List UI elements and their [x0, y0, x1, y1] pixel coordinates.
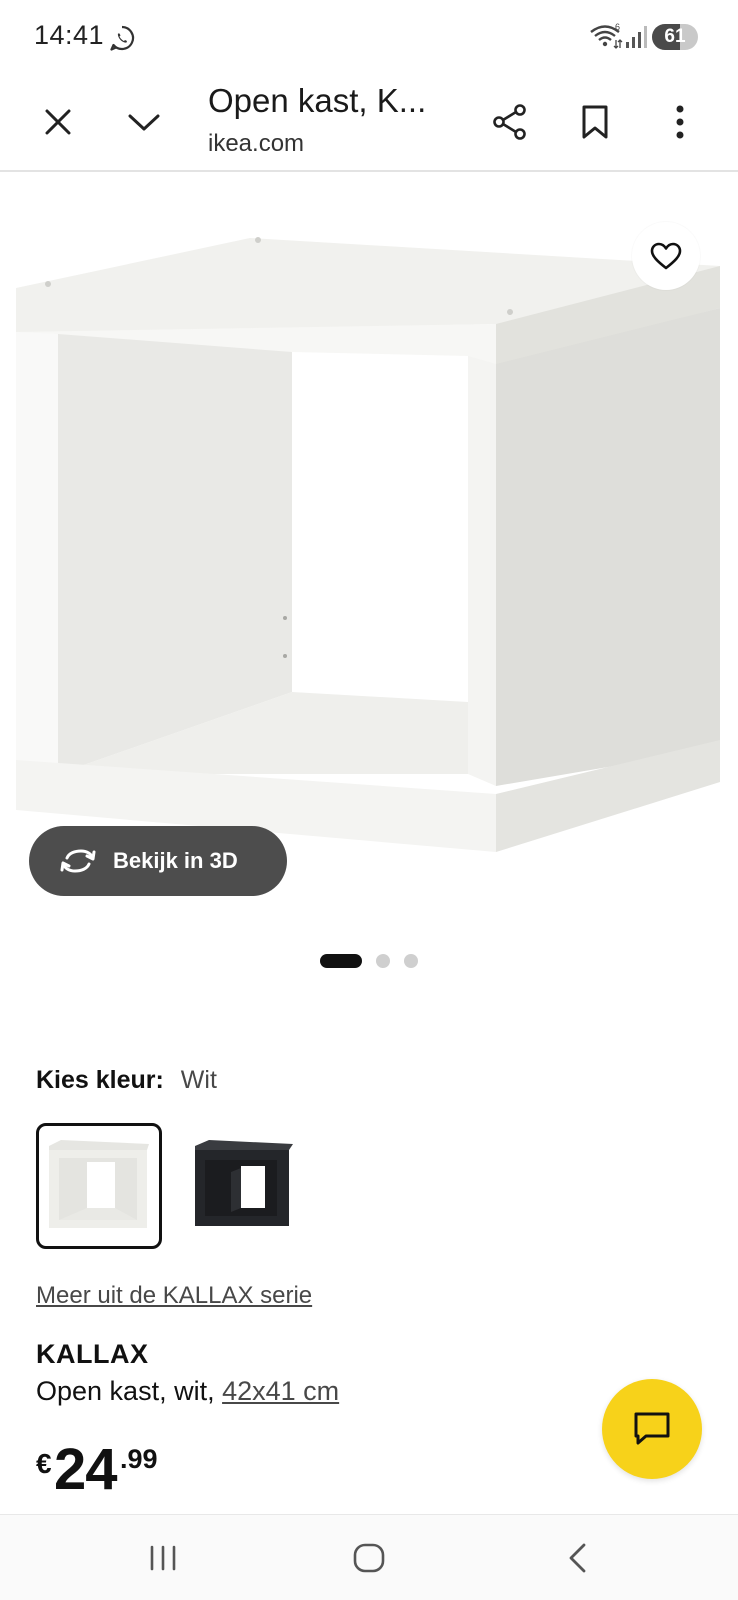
status-bar: 14:41 6 61: [0, 0, 738, 72]
black-shelf-thumbnail: [195, 1140, 293, 1226]
price-integer: 24: [54, 1437, 118, 1502]
close-icon: [45, 109, 71, 135]
bookmark-button[interactable]: [571, 98, 619, 146]
color-chooser: Kies kleur: Wit: [36, 1066, 217, 1095]
carousel-dot[interactable]: [404, 954, 418, 968]
favorite-button[interactable]: [632, 222, 700, 290]
minimize-button[interactable]: [120, 98, 168, 146]
back-icon: [569, 1543, 586, 1573]
page-domain: ikea.com: [208, 130, 305, 157]
back-button[interactable]: [552, 1535, 602, 1581]
battery-level: 61: [664, 26, 686, 47]
color-selected-value: Wit: [180, 1066, 217, 1094]
system-nav-bar: [0, 1514, 738, 1600]
home-icon: [353, 1543, 385, 1573]
swatch-white[interactable]: [36, 1123, 162, 1249]
svg-text:6: 6: [615, 22, 620, 32]
price-decimals: .99: [120, 1444, 158, 1474]
kallax-shelf-image: [16, 237, 720, 852]
more-options-button[interactable]: [656, 98, 704, 146]
signal-icon: [626, 26, 647, 48]
chat-button[interactable]: [602, 1379, 702, 1479]
wifi-icon: 6: [590, 22, 623, 49]
white-shelf-thumbnail: [49, 1140, 149, 1228]
battery-icon: 61: [652, 24, 698, 50]
close-button[interactable]: [34, 98, 82, 146]
product-description-text: Open kast, wit,: [36, 1376, 223, 1406]
view-in-3d-label: Bekijk in 3D: [113, 848, 238, 873]
page-title: Open kast, K...: [208, 82, 427, 119]
recent-apps-button[interactable]: [138, 1535, 188, 1581]
custom-tab-toolbar: Open kast, K... ikea.com: [0, 72, 738, 172]
carousel-indicator: [320, 954, 418, 968]
carousel-dot[interactable]: [376, 954, 390, 968]
bookmark-icon: [582, 105, 608, 139]
status-time: 14:41: [34, 20, 105, 50]
color-label: Kies kleur:: [36, 1066, 164, 1094]
share-button[interactable]: [486, 98, 534, 146]
swatch-black-brown[interactable]: [180, 1123, 306, 1249]
chevron-down-icon: [128, 114, 160, 131]
carousel-dot-active[interactable]: [320, 954, 362, 968]
kallax-series-link[interactable]: Meer uit de KALLAX serie: [36, 1282, 312, 1310]
product-image[interactable]: [0, 174, 738, 934]
product-size-link[interactable]: 42x41 cm: [222, 1376, 339, 1406]
heart-icon: [650, 242, 682, 270]
recent-apps-icon: [150, 1545, 176, 1571]
more-vert-icon: [676, 105, 684, 139]
product-name: KALLAX: [36, 1339, 149, 1369]
share-icon: [493, 104, 526, 140]
home-button[interactable]: [344, 1535, 394, 1581]
view-in-3d-button[interactable]: Bekijk in 3D: [29, 826, 287, 896]
product-description: Open kast, wit, 42x41 cm: [36, 1376, 339, 1407]
whatsapp-icon: [110, 25, 135, 51]
price-currency: €: [36, 1448, 52, 1479]
chat-icon: [634, 1412, 670, 1445]
rotate-3d-icon: [60, 849, 96, 873]
